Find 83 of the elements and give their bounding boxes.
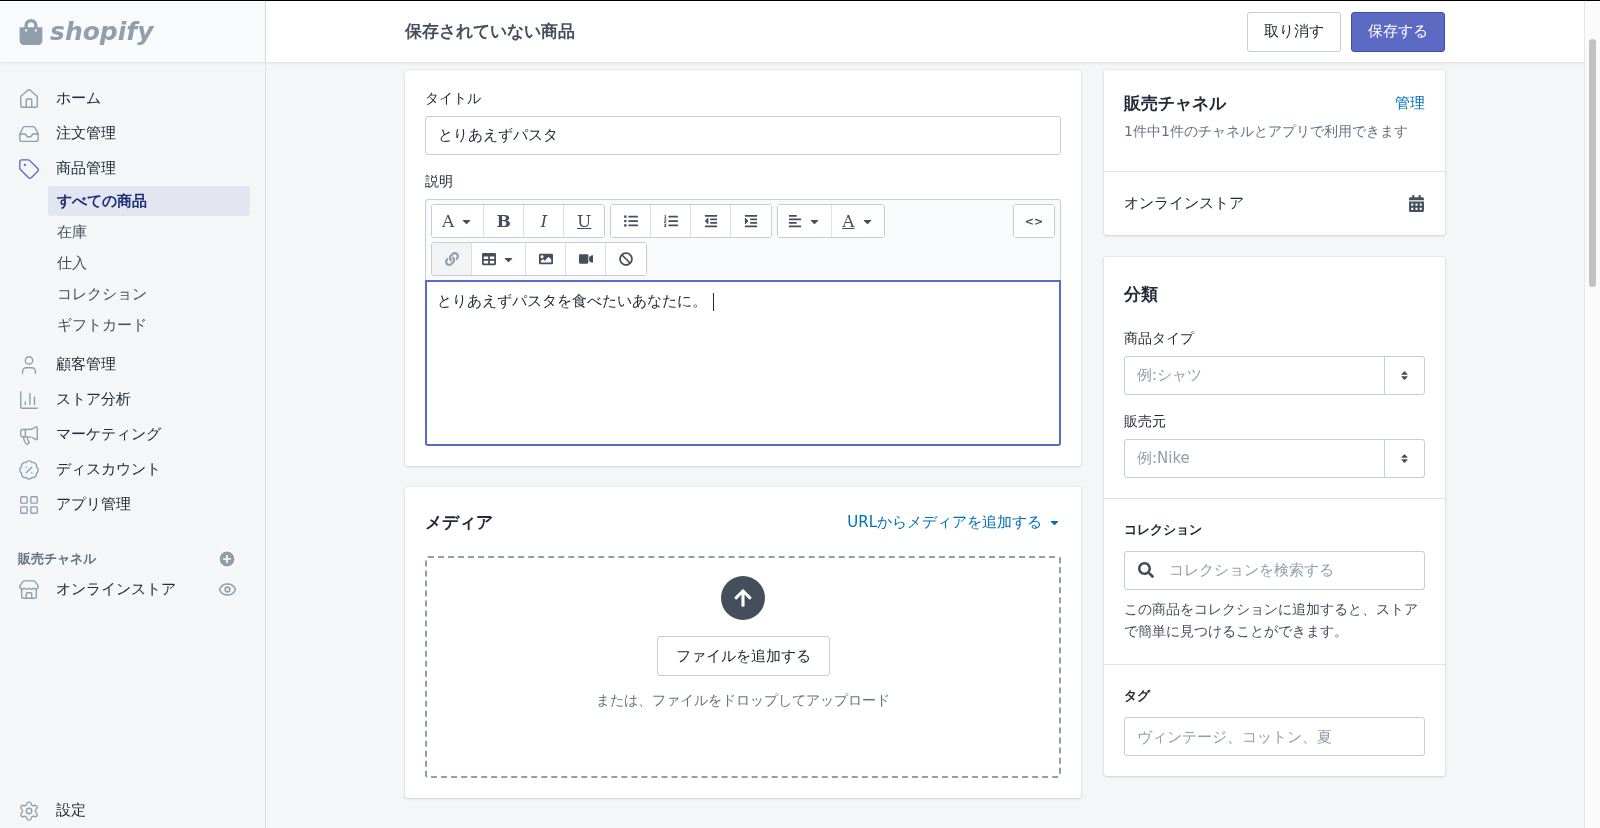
settings-icon bbox=[18, 799, 40, 822]
add-icon[interactable] bbox=[217, 549, 237, 569]
card-subtitle: 1件中1件のチャネルとアプリで利用できます bbox=[1124, 122, 1409, 141]
bullets-button[interactable] bbox=[611, 205, 652, 237]
shopping-bag-icon bbox=[18, 18, 44, 45]
add-file-button[interactable]: ファイルを追加する bbox=[656, 636, 830, 676]
nav-label: 設定 bbox=[56, 801, 86, 820]
nav-label: アプリ管理 bbox=[56, 495, 131, 514]
discounts-icon bbox=[18, 458, 40, 481]
video-icon bbox=[578, 252, 593, 266]
search-icon bbox=[1138, 561, 1154, 578]
field-label: 説明 bbox=[425, 173, 454, 191]
nav-subitem[interactable]: コレクション bbox=[48, 279, 250, 309]
collection-search-field[interactable]: コレクションを検索する bbox=[1124, 550, 1425, 590]
nav-item[interactable]: ディスカウント bbox=[0, 452, 265, 487]
bullets-icon bbox=[623, 214, 638, 228]
combo-input[interactable]: 例:Nike bbox=[1124, 438, 1385, 478]
drop-hint: または、ファイルをドロップしてアップロード bbox=[596, 692, 890, 710]
nav-label: 注文管理 bbox=[56, 124, 116, 143]
logo-text: shopify bbox=[50, 17, 154, 46]
nav-item[interactable]: アプリ管理 bbox=[0, 487, 265, 522]
nav-item[interactable]: 商品管理 bbox=[0, 151, 265, 186]
table-icon bbox=[482, 252, 496, 266]
store-icon bbox=[18, 578, 40, 601]
nav-label: オンラインストア bbox=[56, 580, 177, 599]
image-icon bbox=[538, 252, 553, 266]
description-input[interactable]: とりあえずパスタを食べたいあなたに。 bbox=[425, 280, 1061, 446]
add-url-link[interactable]: URLからメディアを追加する bbox=[847, 513, 1061, 532]
scrollbar[interactable] bbox=[1584, 1, 1600, 828]
title-input[interactable]: とりあえずパスタ bbox=[425, 116, 1061, 155]
nav-item[interactable]: 設定 bbox=[0, 793, 265, 828]
cancel-button[interactable]: 取り消す bbox=[1247, 11, 1341, 52]
channel-name: オンラインストア bbox=[1124, 193, 1244, 213]
outdent-icon bbox=[703, 214, 718, 228]
page-title: 保存されていない商品 bbox=[405, 20, 575, 43]
analytics-icon bbox=[18, 388, 40, 411]
section-heading: 販売チャネル bbox=[18, 550, 96, 568]
sort-icon bbox=[1399, 452, 1410, 464]
section-heading: コレクション bbox=[1124, 520, 1203, 539]
nav-subitem[interactable]: 仕入 bbox=[48, 248, 250, 278]
manage-link[interactable]: 管理 bbox=[1395, 94, 1425, 113]
field-label: 商品タイプ bbox=[1124, 329, 1196, 348]
help-text: この商品をコレクションに追加すると、ストアで簡単に見つけることができます。 bbox=[1124, 599, 1419, 642]
nav-label: ディスカウント bbox=[56, 460, 161, 479]
nav-subitem[interactable]: 在庫 bbox=[48, 217, 250, 247]
marketing-icon bbox=[18, 423, 40, 446]
nav-item[interactable]: 顧客管理 bbox=[0, 347, 265, 382]
save-button[interactable]: 保存する bbox=[1351, 11, 1445, 52]
nav-subitem[interactable]: ギフトカード bbox=[48, 310, 250, 340]
section-heading: タグ bbox=[1124, 687, 1152, 706]
card-heading: 分類 bbox=[1124, 282, 1159, 306]
nav-label: ストア分析 bbox=[56, 390, 131, 409]
nav-item[interactable]: マーケティング bbox=[0, 417, 265, 452]
code-button[interactable]: <> bbox=[1014, 205, 1054, 237]
card-heading: メディア bbox=[425, 511, 493, 534]
upload-icon bbox=[721, 576, 765, 620]
products-icon bbox=[18, 157, 40, 180]
link-icon bbox=[444, 252, 459, 266]
card-heading: 販売チャネル bbox=[1124, 92, 1226, 115]
nav-label: 顧客管理 bbox=[56, 355, 116, 374]
indent-icon bbox=[744, 214, 759, 228]
sort-icon bbox=[1399, 369, 1410, 381]
nav-subitem[interactable]: すべての商品 bbox=[48, 186, 250, 216]
align-button[interactable] bbox=[778, 205, 833, 237]
nav-label: ホーム bbox=[56, 89, 101, 108]
nav-item[interactable]: 注文管理 bbox=[0, 116, 265, 151]
numbers-icon bbox=[663, 214, 678, 228]
clear-icon bbox=[619, 252, 633, 266]
font-button[interactable]: A bbox=[432, 205, 485, 237]
nav-item[interactable]: ホーム bbox=[0, 81, 265, 116]
field-label: タイトル bbox=[425, 90, 482, 108]
home-icon bbox=[18, 87, 40, 110]
nav-item[interactable]: オンラインストア bbox=[0, 572, 265, 607]
nav-label: 商品管理 bbox=[56, 159, 116, 178]
tags-input[interactable]: ヴィンテージ、コットン、夏 bbox=[1124, 717, 1425, 757]
nav-item[interactable]: ストア分析 bbox=[0, 382, 265, 417]
nav-label: マーケティング bbox=[56, 425, 161, 444]
apps-icon bbox=[18, 493, 40, 516]
drop-zone[interactable]: ファイルを追加する または、ファイルをドロップしてアップロード bbox=[425, 556, 1061, 778]
field-label: 販売元 bbox=[1124, 412, 1167, 431]
calendar-icon[interactable] bbox=[1408, 194, 1425, 212]
combo-input[interactable]: 例:シャツ bbox=[1124, 355, 1385, 395]
align-icon bbox=[788, 214, 803, 228]
